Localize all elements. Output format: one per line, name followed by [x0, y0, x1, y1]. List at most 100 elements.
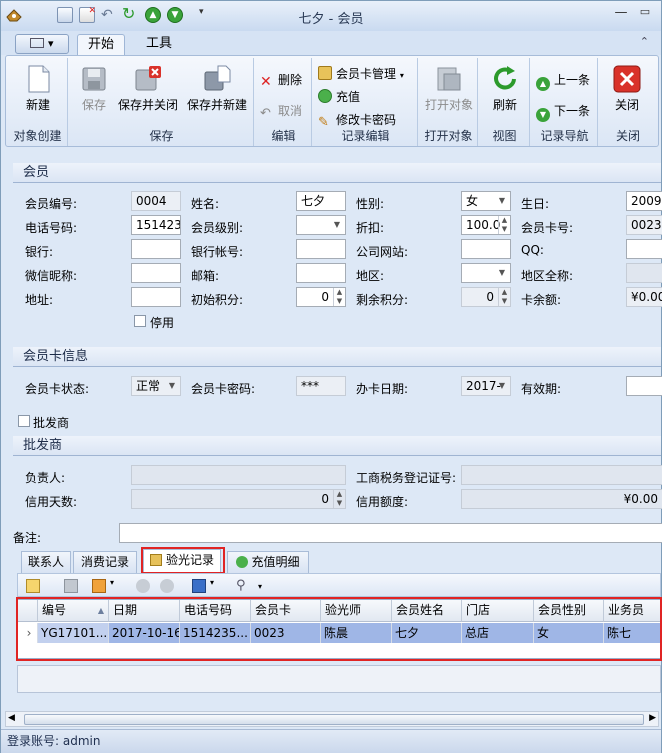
- close-window-button[interactable]: [657, 5, 662, 25]
- label-person: 负责人:: [25, 471, 66, 485]
- scroll-thumb[interactable]: [24, 714, 644, 725]
- phone-field[interactable]: 1514235: [131, 215, 181, 235]
- minimize-button[interactable]: —: [609, 5, 633, 25]
- delete-row-icon[interactable]: [64, 579, 78, 593]
- tab-consumption[interactable]: 消费记录: [73, 551, 137, 573]
- save-and-new-button[interactable]: 保存并新建: [184, 64, 250, 113]
- new-row-icon[interactable]: [26, 579, 40, 593]
- wechat-field[interactable]: [131, 263, 181, 283]
- window: ✕ ↶ ↻ ▲ ▼ ▾ 七夕 - 会员 — ▭ ▾ 开始 工具 ⌃ 新建 对象创…: [0, 0, 662, 753]
- undo-small-icon: ↶: [260, 106, 271, 121]
- highlight-tab-box: [141, 547, 225, 574]
- save-and-close-button[interactable]: 保存并关闭: [116, 64, 180, 113]
- refresh-button[interactable]: 刷新: [484, 64, 526, 113]
- spinner-arrows-icon: ▲ ▼: [498, 288, 510, 306]
- recharge-icon: [318, 89, 332, 103]
- login-account-text: 登录账号: admin: [7, 734, 101, 748]
- grid-toolbar: ▾ ▾ ⚲ ▾: [17, 573, 661, 597]
- region-full-field[interactable]: [626, 263, 662, 283]
- level-select[interactable]: ▼: [296, 215, 346, 235]
- save-button[interactable]: 保存: [76, 64, 112, 113]
- wholesaler-checkbox[interactable]: [18, 415, 30, 427]
- close-button[interactable]: 关闭: [606, 64, 648, 113]
- group-close: 关闭 关闭: [600, 58, 656, 146]
- label-wholesaler-check: 批发商: [33, 416, 70, 430]
- more-dropdown-icon[interactable]: ▾: [258, 582, 262, 591]
- group-save: 保存 保存并关闭 保存并新建 保存: [70, 58, 254, 146]
- section-wholesaler: 批发商: [13, 436, 661, 456]
- prev-row-icon[interactable]: [136, 579, 150, 593]
- maximize-button[interactable]: ▭: [633, 5, 657, 25]
- save-dropdown-icon[interactable]: ▾: [210, 578, 214, 587]
- card-manage-button[interactable]: 会员卡管理 ▾: [318, 64, 404, 84]
- remain-points-spinner[interactable]: 0 ▲ ▼: [461, 287, 511, 307]
- label-website: 公司网站:: [356, 245, 409, 259]
- qq-field[interactable]: [626, 239, 662, 259]
- card-password-field[interactable]: ***: [296, 376, 346, 396]
- label-name: 姓名:: [191, 197, 220, 211]
- save-grid-icon[interactable]: [192, 579, 206, 593]
- cancel-button[interactable]: ↶ 取消: [260, 101, 302, 121]
- scroll-left-icon[interactable]: ◀: [8, 713, 15, 723]
- label-bank-account: 银行帐号:: [191, 245, 244, 259]
- birthday-field[interactable]: 2009-: [626, 191, 662, 211]
- label-wechat: 微信昵称:: [25, 269, 78, 283]
- new-button[interactable]: 新建: [14, 64, 62, 113]
- valid-field[interactable]: [626, 376, 662, 396]
- horizontal-scrollbar[interactable]: ◀ ▶: [5, 711, 659, 727]
- region-select[interactable]: ▼: [461, 263, 511, 283]
- status-bar: 登录账号: admin: [1, 729, 661, 753]
- label-issue-date: 办卡日期:: [356, 382, 409, 396]
- tab-tools[interactable]: 工具: [137, 34, 181, 56]
- dropdown-arrow-icon: ▼: [498, 196, 506, 205]
- remark-field[interactable]: [119, 523, 662, 543]
- tax-no-field[interactable]: [461, 465, 662, 485]
- label-region: 地区:: [356, 269, 385, 283]
- credit-days-spinner[interactable]: 0 ▲ ▼: [131, 489, 346, 509]
- application-menu-button[interactable]: ▾: [15, 34, 69, 54]
- delete-button[interactable]: ✕ 删除: [260, 70, 302, 90]
- gender-select[interactable]: 女 ▼: [461, 191, 511, 211]
- export-dropdown-icon[interactable]: ▾: [110, 578, 114, 587]
- label-discount: 折扣:: [356, 221, 385, 235]
- arrow-down-icon: ▼: [536, 108, 550, 122]
- next-record-button[interactable]: ▼ 下一条: [536, 101, 590, 122]
- refresh-icon: [490, 64, 520, 94]
- tab-recharge-detail[interactable]: 充值明细: [227, 551, 309, 573]
- card-no-field[interactable]: 0023: [626, 215, 662, 235]
- next-row-icon[interactable]: [160, 579, 174, 593]
- open-object-icon: [434, 64, 464, 94]
- tab-contacts[interactable]: 联系人: [21, 551, 71, 573]
- save-new-icon: [202, 64, 232, 94]
- export-icon[interactable]: [92, 579, 106, 593]
- bank-account-field[interactable]: [296, 239, 346, 259]
- issue-date-select[interactable]: 2017- ▼: [461, 376, 511, 396]
- delete-x-icon: ✕: [260, 74, 272, 90]
- tab-start[interactable]: 开始: [77, 34, 125, 56]
- disabled-checkbox[interactable]: [134, 315, 146, 327]
- dropdown-arrow-icon: ▼: [498, 268, 506, 277]
- prev-record-button[interactable]: ▲ 上一条: [536, 70, 590, 91]
- card-status-select[interactable]: 正常 ▼: [131, 376, 181, 396]
- recharge-tab-icon: [236, 556, 249, 568]
- open-object-button[interactable]: 打开对象: [422, 64, 476, 113]
- group-record-edit: 会员卡管理 ▾ 充值 ✎ 修改卡密码 记录编辑: [314, 58, 418, 146]
- init-points-spinner[interactable]: 0 ▲ ▼: [296, 287, 346, 307]
- scroll-right-icon[interactable]: ▶: [649, 713, 656, 723]
- recharge-button[interactable]: 充值: [318, 87, 360, 107]
- person-field[interactable]: [131, 465, 346, 485]
- card-balance-field[interactable]: ¥0.00: [626, 287, 662, 307]
- credit-limit-field[interactable]: ¥0.00: [461, 489, 662, 509]
- name-field[interactable]: 七夕: [296, 191, 346, 211]
- label-credit-days: 信用天数:: [25, 495, 78, 509]
- collapse-ribbon-icon[interactable]: ⌃: [640, 35, 649, 48]
- group-edit: ✕ 删除 ↶ 取消 编辑: [256, 58, 312, 146]
- search-icon[interactable]: ⚲: [236, 578, 246, 593]
- discount-spinner[interactable]: 100.0 ▲ ▼: [461, 215, 511, 235]
- website-field[interactable]: [461, 239, 511, 259]
- group-record-edit-label: 记录编辑: [341, 129, 390, 143]
- address-field[interactable]: [131, 287, 181, 307]
- email-field[interactable]: [296, 263, 346, 283]
- member-no-field[interactable]: 0004: [131, 191, 181, 211]
- bank-field[interactable]: [131, 239, 181, 259]
